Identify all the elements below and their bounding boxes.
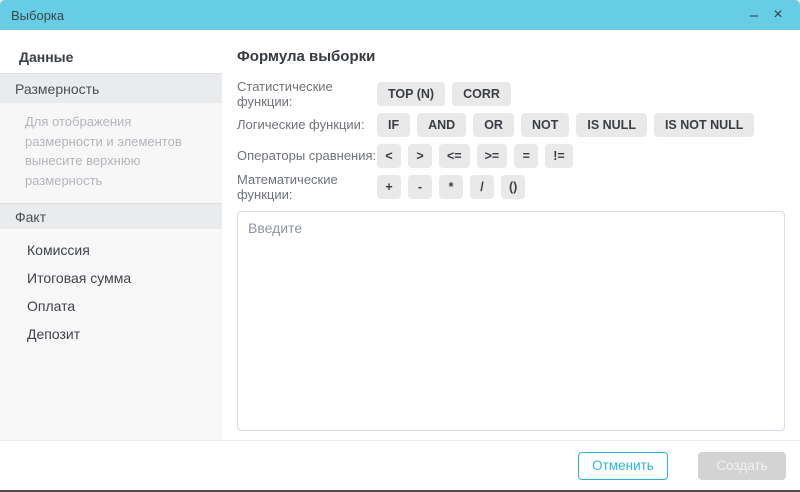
row-comparison-operators: Операторы сравнения: < > <= >= = !=	[237, 140, 785, 171]
create-button[interactable]: Создать	[698, 452, 786, 480]
sidebar-item-deposit[interactable]: Депозит	[0, 320, 222, 348]
btn-less-than[interactable]: <	[377, 144, 401, 168]
math-functions-label: Математические функции:	[237, 172, 377, 202]
btn-if[interactable]: IF	[377, 113, 410, 137]
minimize-icon[interactable]: –	[742, 3, 766, 27]
logical-functions-buttons: IF AND OR NOT IS NULL IS NOT NULL	[377, 113, 754, 137]
btn-parentheses[interactable]: ()	[501, 175, 525, 199]
btn-divide[interactable]: /	[470, 175, 494, 199]
btn-and[interactable]: AND	[417, 113, 466, 137]
fact-items-list: Комиссия Итоговая сумма Оплата Депозит	[0, 229, 222, 440]
statistical-functions-buttons: TOP (N) CORR	[377, 82, 511, 106]
btn-or[interactable]: OR	[473, 113, 514, 137]
btn-plus[interactable]: +	[377, 175, 401, 199]
btn-not-equal[interactable]: !=	[545, 144, 572, 168]
btn-equal[interactable]: =	[514, 144, 538, 168]
btn-top-n[interactable]: TOP (N)	[377, 82, 445, 106]
btn-is-not-null[interactable]: IS NOT NULL	[654, 113, 754, 137]
data-sidebar: Данные Размерность Для отображения разме…	[0, 30, 222, 440]
window-title: Выборка	[11, 8, 64, 23]
dimension-hint-text: Для отображения размерности и элементов …	[0, 103, 222, 203]
btn-multiply[interactable]: *	[439, 175, 463, 199]
cancel-button[interactable]: Отменить	[578, 452, 668, 480]
btn-greater-equal[interactable]: >=	[477, 144, 508, 168]
sidebar-item-total-sum[interactable]: Итоговая сумма	[0, 264, 222, 292]
selection-dialog: Выборка – × Данные Размерность Для отобр…	[0, 0, 800, 492]
btn-is-null[interactable]: IS NULL	[576, 113, 647, 137]
close-icon[interactable]: ×	[766, 3, 790, 27]
math-functions-buttons: + - * / ()	[377, 175, 525, 199]
sidebar-item-payment[interactable]: Оплата	[0, 292, 222, 320]
dialog-content: Данные Размерность Для отображения разме…	[0, 30, 800, 440]
statistical-functions-label: Статистические функции:	[237, 79, 377, 109]
dialog-footer: Отменить Создать	[0, 440, 800, 490]
panel-title: Формула выборки	[237, 48, 785, 65]
btn-corr[interactable]: CORR	[452, 82, 511, 106]
formula-panel: Формула выборки Статистические функции: …	[222, 30, 800, 440]
sidebar-header-data: Данные	[0, 30, 222, 73]
btn-greater-than[interactable]: >	[408, 144, 432, 168]
sidebar-section-fact[interactable]: Факт	[0, 203, 222, 229]
btn-minus[interactable]: -	[408, 175, 432, 199]
row-statistical-functions: Статистические функции: TOP (N) CORR	[237, 78, 785, 109]
sidebar-item-commission[interactable]: Комиссия	[0, 236, 222, 264]
function-rows: Статистические функции: TOP (N) CORR Лог…	[237, 78, 785, 202]
titlebar[interactable]: Выборка – ×	[0, 0, 800, 30]
sidebar-section-dimension[interactable]: Размерность	[0, 73, 222, 103]
logical-functions-label: Логические функции:	[237, 117, 377, 132]
btn-less-equal[interactable]: <=	[439, 144, 470, 168]
formula-input[interactable]	[237, 211, 785, 431]
comparison-operators-label: Операторы сравнения:	[237, 148, 377, 163]
row-math-functions: Математические функции: + - * / ()	[237, 171, 785, 202]
comparison-operators-buttons: < > <= >= = !=	[377, 144, 573, 168]
row-logical-functions: Логические функции: IF AND OR NOT IS NUL…	[237, 109, 785, 140]
btn-not[interactable]: NOT	[521, 113, 569, 137]
